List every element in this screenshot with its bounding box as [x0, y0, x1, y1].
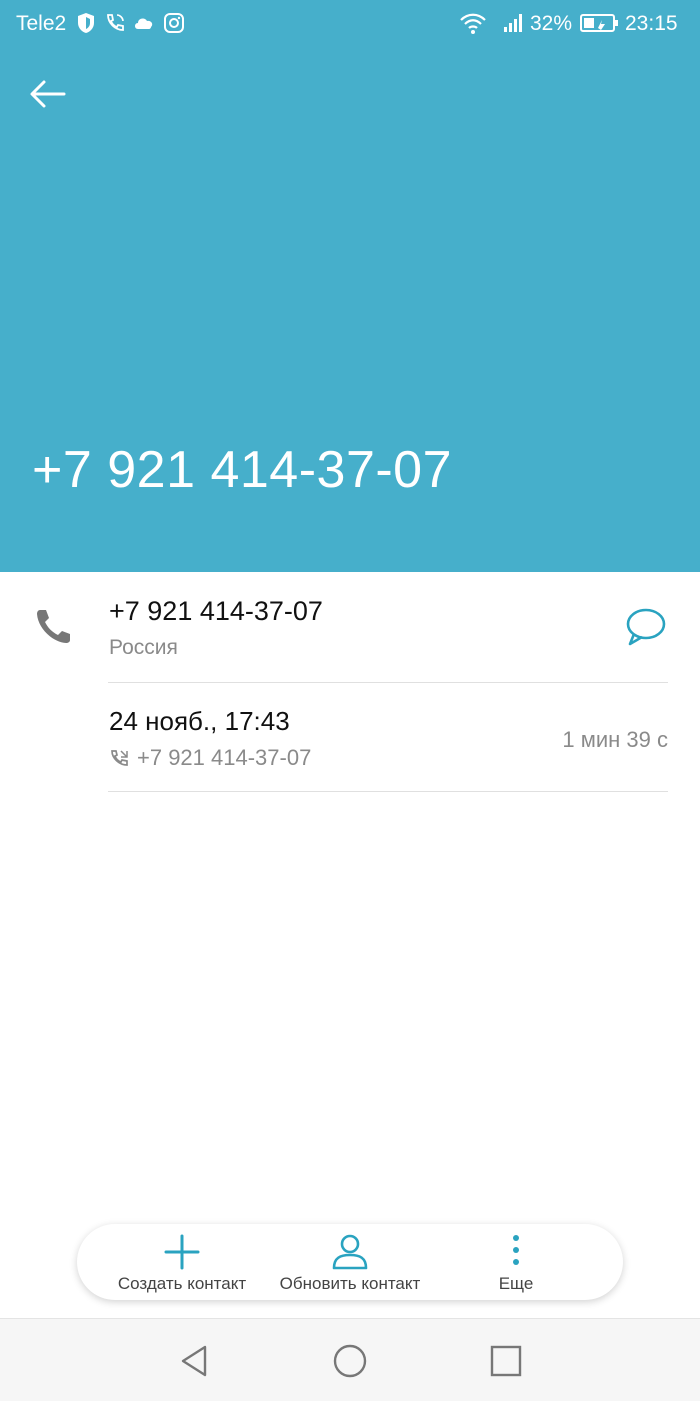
call-duration: 1 мин 39 с [562, 727, 668, 752]
clock: 23:15 [625, 12, 678, 35]
instagram-icon [164, 13, 184, 33]
nav-back-icon[interactable] [175, 1341, 215, 1381]
more-vertical-icon [513, 1235, 519, 1265]
more-button[interactable]: Еще [476, 1224, 556, 1300]
contact-country: Россия [109, 636, 178, 659]
signal-icon [504, 14, 522, 32]
create-contact-button[interactable]: Создать контакт [107, 1224, 257, 1300]
message-icon[interactable] [620, 604, 672, 652]
phone-number-row[interactable] [0, 572, 700, 682]
nav-recents-icon[interactable] [486, 1341, 526, 1381]
divider [108, 791, 668, 792]
update-contact-button[interactable]: Обновить контакт [270, 1224, 430, 1300]
page-title: +7 921 414-37-07 [32, 441, 453, 499]
wifi-icon [460, 13, 486, 34]
cloud-icon [135, 18, 153, 29]
incoming-call-icon [111, 750, 128, 767]
more-label: Еще [498, 1274, 534, 1293]
battery-icon [580, 14, 618, 32]
carrier-name: Tele2 [16, 12, 67, 35]
call-number: +7 921 414-37-07 [137, 745, 312, 770]
call-number-line: +7 921 414-37-07 [109, 745, 311, 771]
navigation-bar [0, 1318, 700, 1401]
contact-header: Tele2 32% 23:15 +7 921 414-37-07 [0, 0, 700, 572]
plus-icon [164, 1234, 200, 1270]
create-contact-label: Создать контакт [117, 1274, 247, 1293]
nav-home-icon[interactable] [330, 1341, 370, 1381]
call-date: 24 нояб., 17:43 [109, 706, 290, 736]
back-arrow-icon[interactable] [24, 72, 72, 120]
person-icon [332, 1234, 368, 1270]
phone-icon [37, 610, 70, 643]
contact-number: +7 921 414-37-07 [109, 596, 323, 626]
status-bar: Tele2 32% 23:15 [0, 0, 700, 48]
update-contact-label: Обновить контакт [279, 1274, 421, 1293]
shield-icon [78, 13, 94, 33]
battery-percent: 32% [530, 12, 573, 35]
wifi-call-icon [107, 14, 124, 31]
action-bar: Создать контакт Обновить контакт Еще [77, 1224, 623, 1300]
